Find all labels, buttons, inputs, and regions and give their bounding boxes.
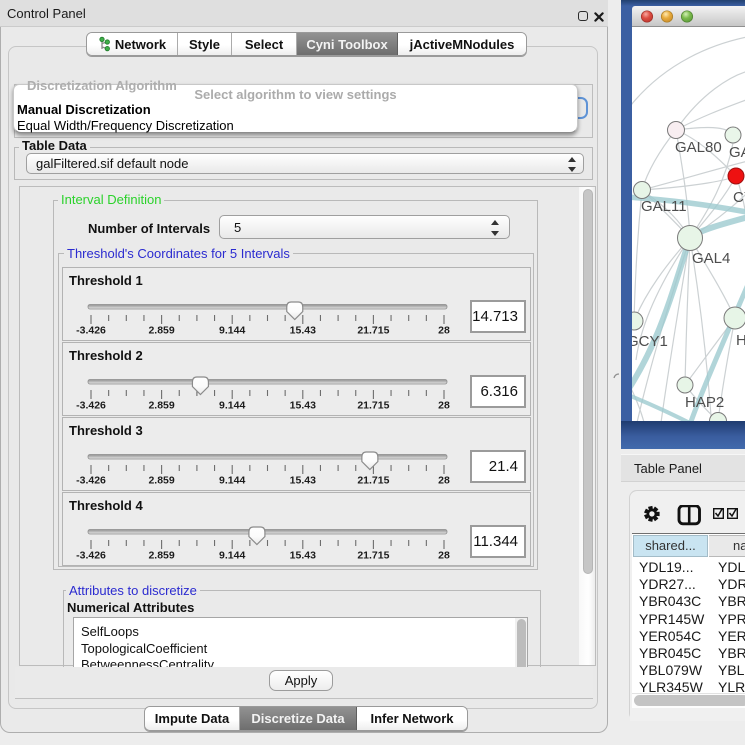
svg-text:-3.426: -3.426 bbox=[76, 325, 106, 337]
svg-text:HAP2: HAP2 bbox=[685, 394, 724, 411]
svg-text:21.715: 21.715 bbox=[357, 325, 389, 337]
svg-text:15.43: 15.43 bbox=[290, 400, 316, 412]
svg-text:2.859: 2.859 bbox=[148, 400, 174, 412]
svg-text:9.144: 9.144 bbox=[219, 475, 245, 487]
svg-text:GAL80: GAL80 bbox=[675, 139, 722, 156]
svg-text:28: 28 bbox=[438, 325, 450, 337]
svg-text:GAL4: GAL4 bbox=[692, 250, 730, 267]
svg-text:21.715: 21.715 bbox=[357, 550, 389, 562]
svg-text:2.859: 2.859 bbox=[148, 325, 174, 337]
svg-text:28: 28 bbox=[438, 475, 450, 487]
svg-text:H: H bbox=[736, 332, 745, 349]
svg-text:15.43: 15.43 bbox=[290, 325, 316, 337]
svg-text:28: 28 bbox=[438, 400, 450, 412]
svg-text:28: 28 bbox=[438, 550, 450, 562]
svg-text:-3.426: -3.426 bbox=[76, 475, 106, 487]
svg-text:9.144: 9.144 bbox=[219, 400, 245, 412]
svg-text:GAL11: GAL11 bbox=[641, 198, 687, 215]
svg-text:9.144: 9.144 bbox=[219, 325, 245, 337]
svg-text:-3.426: -3.426 bbox=[76, 400, 106, 412]
svg-text:-3.426: -3.426 bbox=[76, 550, 106, 562]
svg-text:21.715: 21.715 bbox=[357, 475, 389, 487]
svg-text:GCY1: GCY1 bbox=[632, 333, 668, 350]
svg-text:9.144: 9.144 bbox=[219, 550, 245, 562]
svg-text:2.859: 2.859 bbox=[148, 550, 174, 562]
svg-text:15.43: 15.43 bbox=[290, 550, 316, 562]
svg-text:CY: CY bbox=[733, 189, 745, 206]
svg-text:GAL: GAL bbox=[729, 144, 745, 161]
svg-text:21.715: 21.715 bbox=[357, 400, 389, 412]
svg-text:15.43: 15.43 bbox=[290, 475, 316, 487]
svg-text:2.859: 2.859 bbox=[148, 475, 174, 487]
